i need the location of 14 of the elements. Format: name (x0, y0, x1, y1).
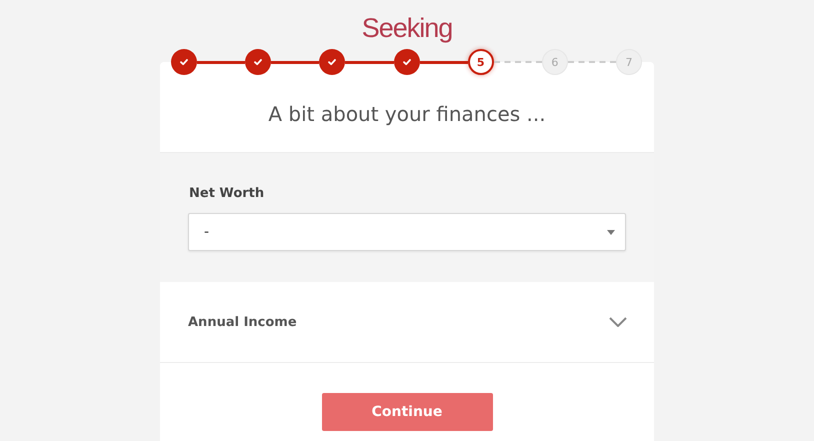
logo: Seeking (362, 12, 452, 45)
check-icon (253, 57, 264, 67)
field-label: Net Worth (189, 186, 266, 201)
page-title: A bit about your finances ... (268, 102, 546, 126)
check-icon (327, 57, 338, 67)
caret-icon (607, 230, 615, 234)
chevron-down-icon (609, 317, 627, 327)
step-indicator: 6 (542, 49, 568, 75)
accordion-header[interactable]: Annual Income (160, 282, 654, 363)
check-icon (179, 57, 189, 67)
step-indicator: 7 (616, 49, 642, 75)
check-icon (402, 57, 412, 67)
net-worth-select[interactable]: - (188, 213, 626, 251)
step-indicator: 5 (468, 49, 494, 75)
